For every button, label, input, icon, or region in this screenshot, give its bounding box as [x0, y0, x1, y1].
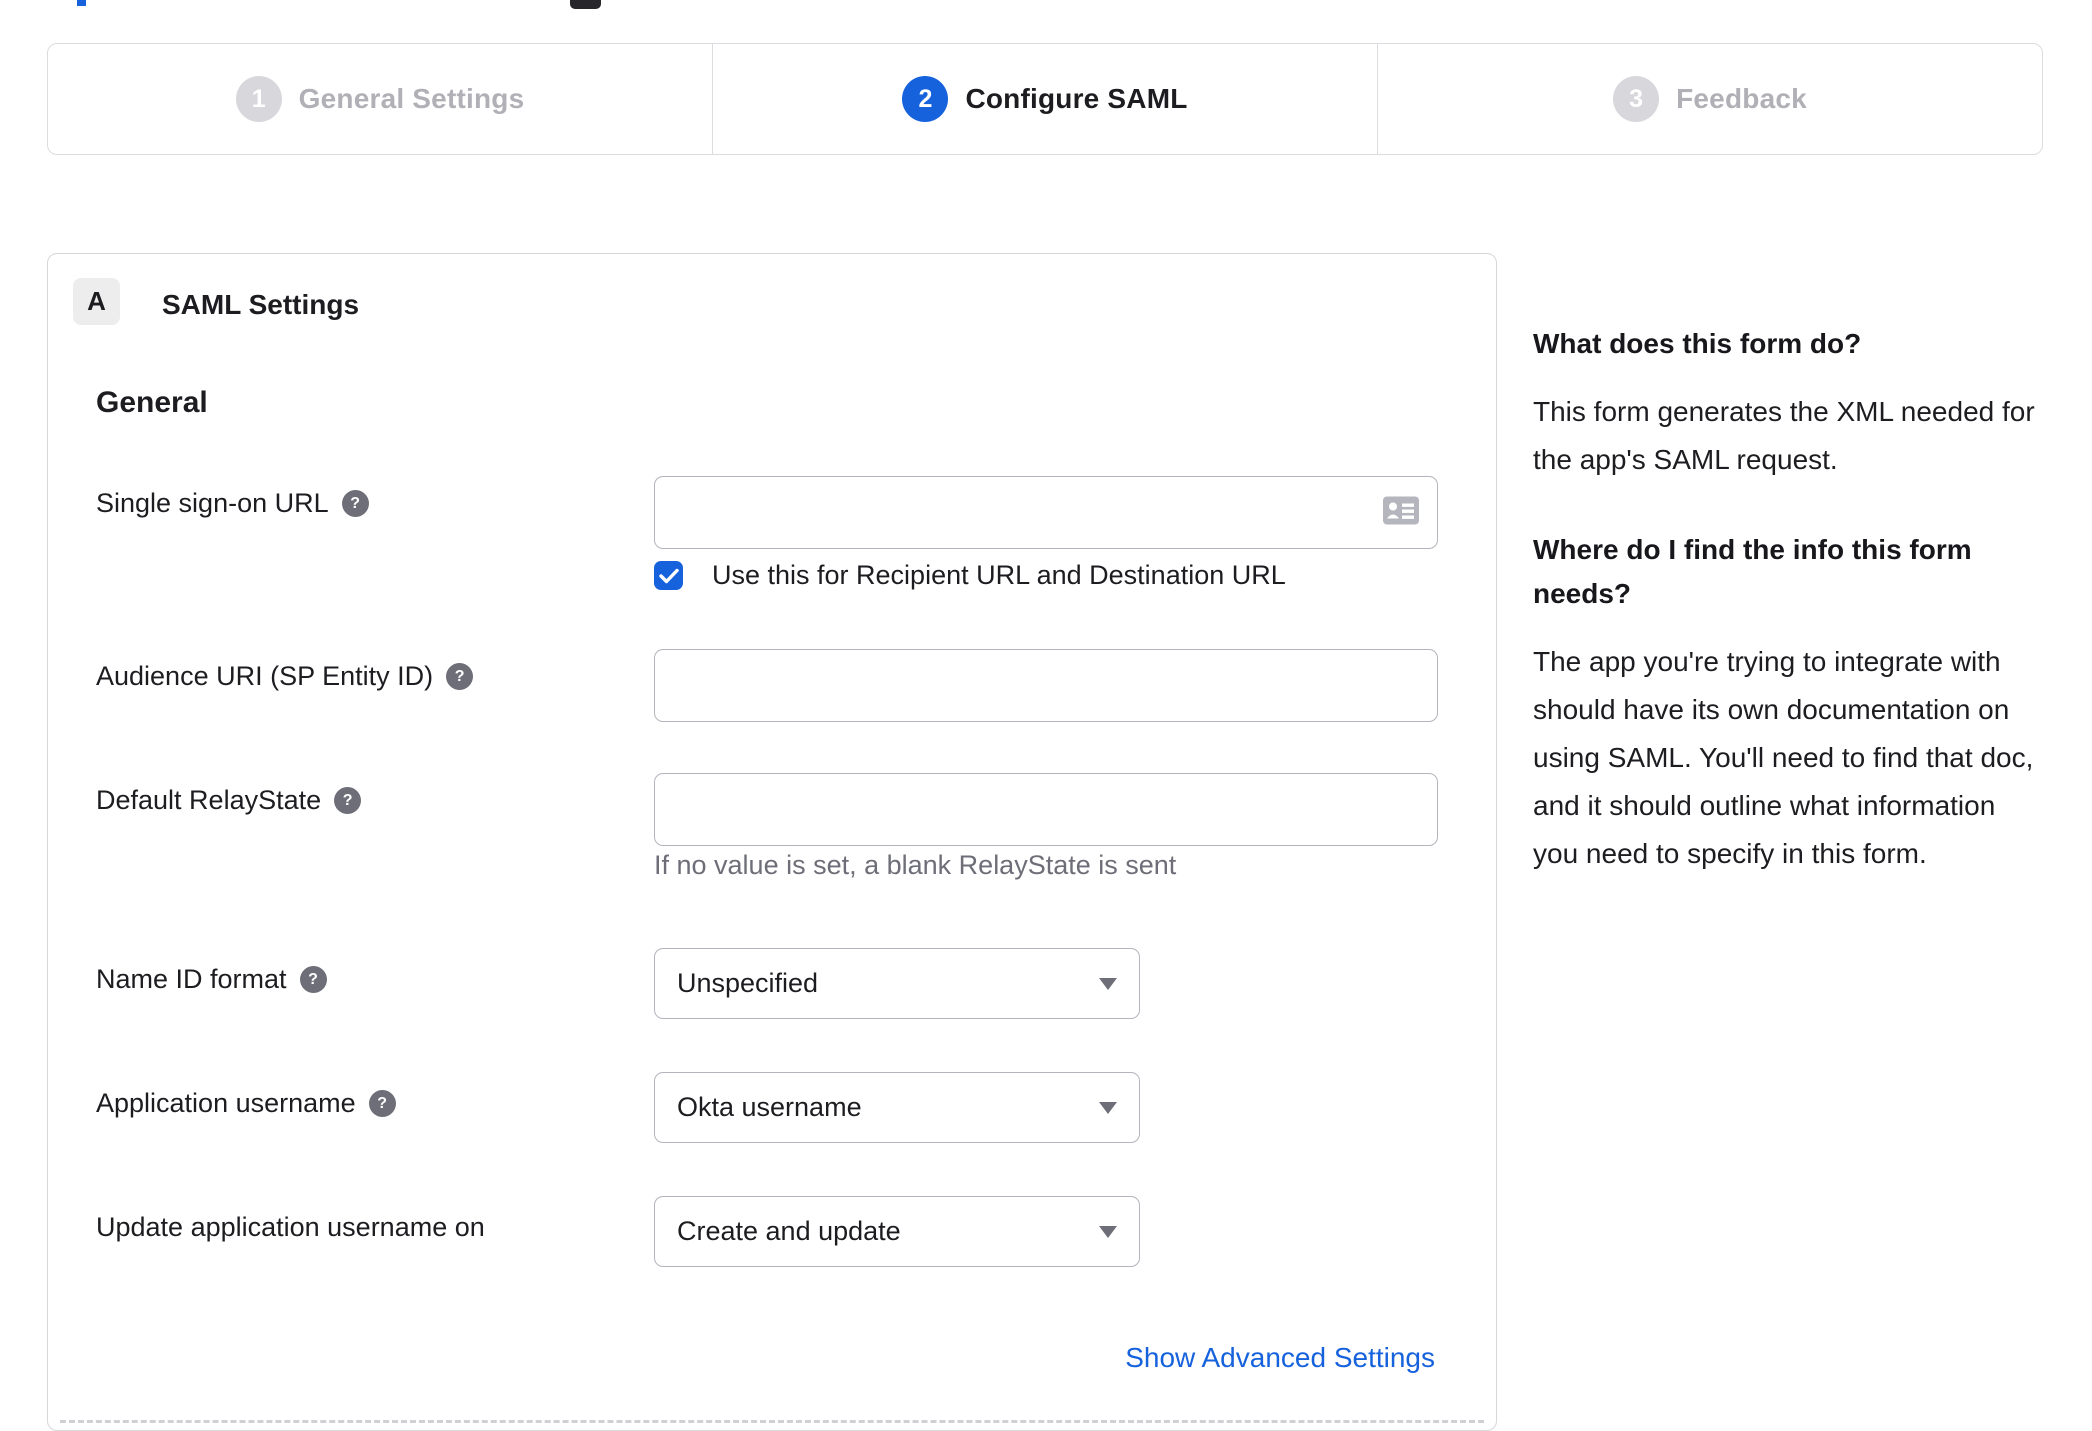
update-application-username-select[interactable]: Create and update: [654, 1196, 1140, 1267]
select-value: Create and update: [677, 1216, 901, 1246]
clipped-header-icon: [570, 0, 601, 9]
step-number-badge: 1: [235, 76, 282, 122]
default-relaystate-input[interactable]: [654, 773, 1438, 846]
section-title: SAML Settings: [162, 289, 360, 320]
field-label-text: Name ID format: [96, 964, 287, 994]
general-group-heading: General: [96, 386, 208, 419]
step-label: General Settings: [298, 83, 525, 114]
single-sign-on-url-field-wrap: [654, 476, 1438, 549]
clipped-header-accent: [77, 0, 86, 6]
help-sidebar: What does this form do? This form genera…: [1533, 322, 2039, 878]
relaystate-hint: If no value is set, a blank RelayState i…: [654, 850, 1177, 880]
help-icon[interactable]: ?: [368, 1090, 396, 1117]
field-label-text: Application username: [96, 1088, 356, 1118]
step-general-settings[interactable]: 1 General Settings: [48, 44, 712, 154]
help-icon[interactable]: ?: [334, 787, 362, 814]
field-label-text: Single sign-on URL: [96, 488, 329, 518]
recipient-url-checkbox[interactable]: [654, 561, 683, 590]
help-body: The app you're trying to integrate with …: [1533, 646, 2034, 869]
select-value: Okta username: [677, 1092, 862, 1122]
step-number-badge: 3: [1613, 76, 1660, 122]
help-heading: Where do I find the info this form needs…: [1533, 534, 1972, 609]
section-a-badge: A: [73, 278, 120, 325]
help-body: This form generates the XML needed for t…: [1533, 396, 2035, 475]
show-advanced-settings-link[interactable]: Show Advanced Settings: [1125, 1342, 1435, 1374]
step-label: Configure SAML: [965, 83, 1188, 114]
help-icon[interactable]: ?: [299, 966, 327, 993]
single-sign-on-url-input[interactable]: [654, 476, 1438, 549]
help-heading: What does this form do?: [1533, 328, 1862, 359]
help-section-what: What does this form do? This form genera…: [1533, 322, 2039, 484]
chevron-down-icon: [1099, 977, 1117, 990]
select-value: Unspecified: [677, 968, 819, 998]
step-label: Feedback: [1676, 83, 1807, 114]
application-username-label: Application username ?: [96, 1088, 396, 1119]
field-label-text: Audience URI (SP Entity ID): [96, 661, 434, 691]
application-username-select[interactable]: Okta username: [654, 1072, 1140, 1143]
update-application-username-label: Update application username on: [96, 1212, 485, 1243]
audience-uri-input[interactable]: [654, 649, 1438, 722]
help-icon[interactable]: ?: [446, 663, 474, 690]
chevron-down-icon: [1099, 1101, 1117, 1114]
default-relaystate-label: Default RelayState ?: [96, 785, 362, 816]
audience-uri-label: Audience URI (SP Entity ID) ?: [96, 661, 474, 692]
recipient-url-checkbox-label: Use this for Recipient URL and Destinati…: [712, 560, 1286, 590]
saml-settings-panel: A SAML Settings General Single sign-on U…: [47, 253, 1497, 1431]
recipient-url-checkbox-row: Use this for Recipient URL and Destinati…: [654, 560, 1286, 591]
help-icon[interactable]: ?: [341, 490, 369, 517]
field-label-text: Default RelayState: [96, 785, 322, 815]
single-sign-on-url-label: Single sign-on URL ?: [96, 488, 369, 519]
section-dashed-divider: [60, 1420, 1484, 1423]
wizard-stepper: 1 General Settings 2 Configure SAML 3 Fe…: [47, 43, 2043, 155]
name-id-format-label: Name ID format ?: [96, 964, 327, 995]
step-number-badge: 2: [902, 76, 949, 122]
step-feedback[interactable]: 3 Feedback: [1377, 44, 2042, 154]
field-label-text: Update application username on: [96, 1212, 485, 1242]
step-configure-saml[interactable]: 2 Configure SAML: [712, 44, 1377, 154]
chevron-down-icon: [1099, 1225, 1117, 1238]
name-id-format-select[interactable]: Unspecified: [654, 948, 1140, 1019]
help-section-where: Where do I find the info this form needs…: [1533, 528, 2039, 878]
